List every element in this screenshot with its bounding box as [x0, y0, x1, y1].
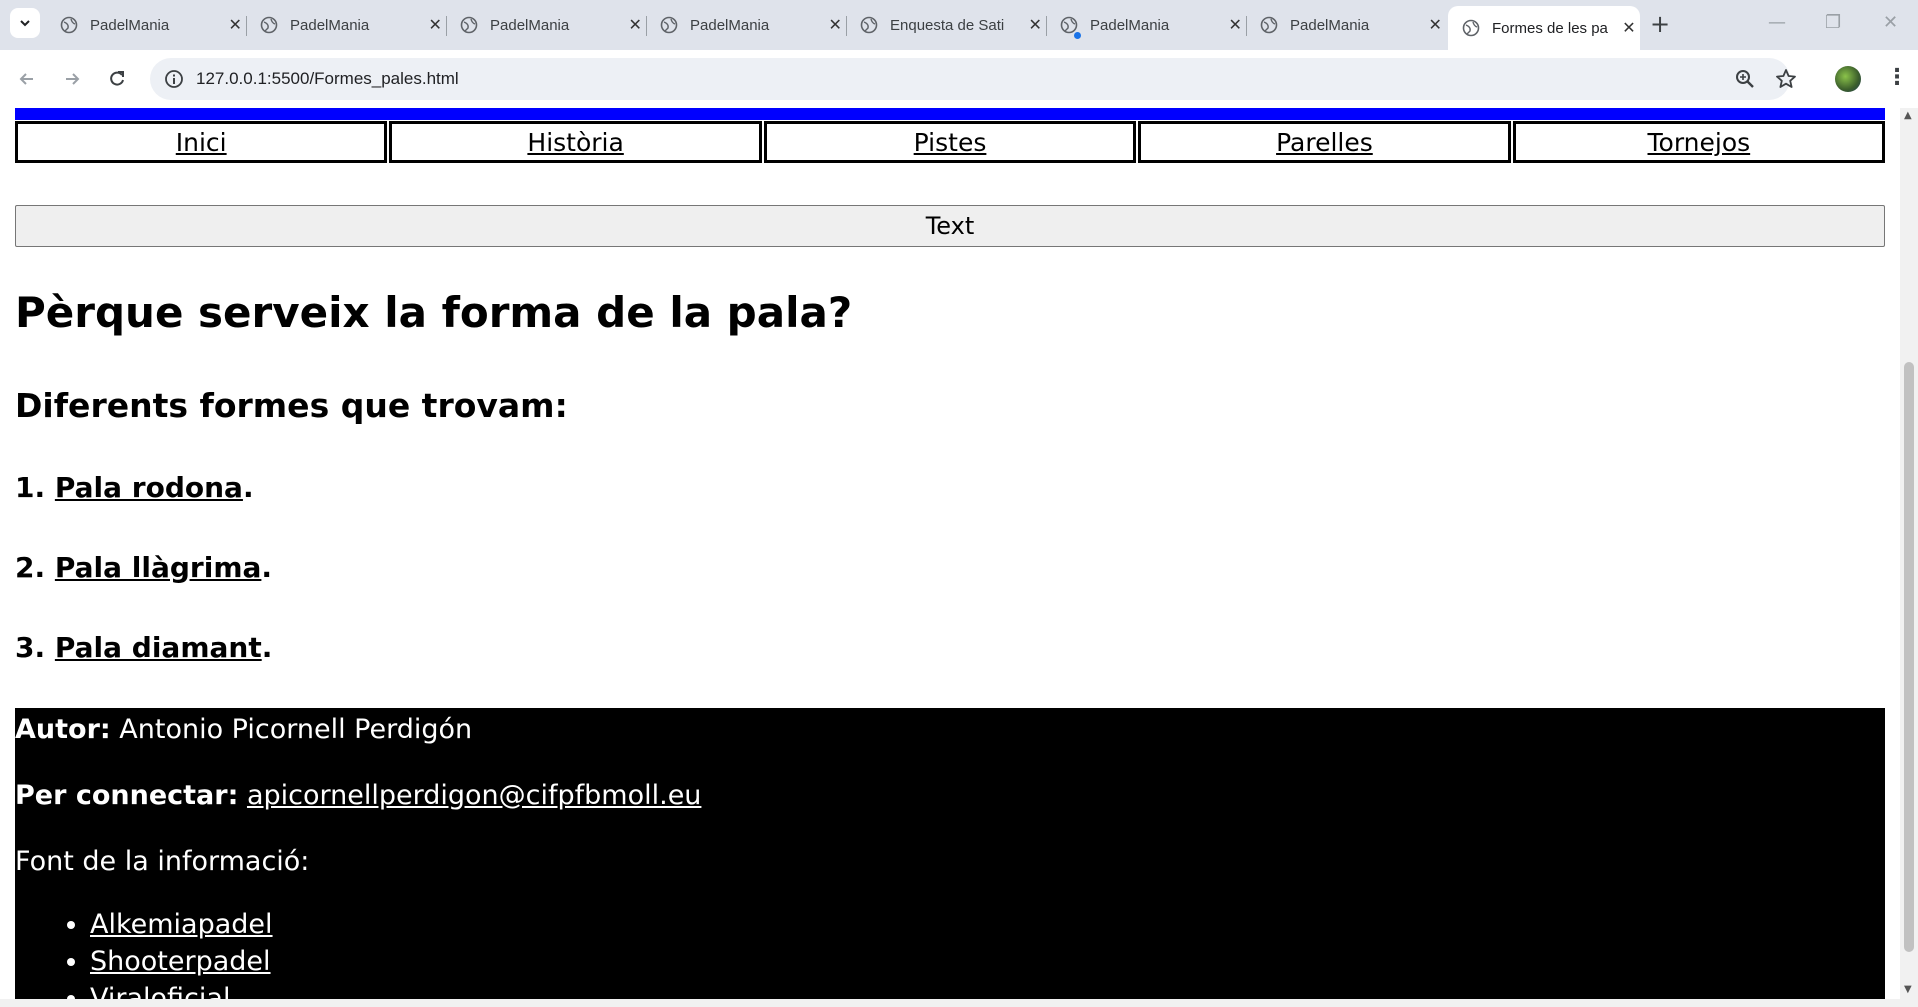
close-icon[interactable]: ✕ [1618, 18, 1640, 38]
list-item: Viraloficial [90, 980, 273, 999]
browser-tab[interactable]: PadelMania ✕ [446, 6, 647, 44]
profile-avatar[interactable] [1835, 66, 1861, 92]
header-blue-bar [15, 108, 1885, 120]
main-menu: Inici Història Pistes Parelles Tornejos [15, 121, 1886, 163]
source-list: Alkemiapadel Shooterpadel Viraloficial [15, 906, 273, 999]
menu-link-parelles[interactable]: Parelles [1276, 128, 1373, 157]
close-icon[interactable]: ✕ [1024, 15, 1046, 35]
browser-tab[interactable]: PadelMania ✕ [1046, 6, 1247, 44]
menu-link-tornejos[interactable]: Tornejos [1648, 128, 1751, 157]
list-item: 3. Pala diamant. [15, 631, 272, 664]
contact-email-link[interactable]: apicornellperdigon@cifpfbmoll.eu [247, 780, 701, 811]
item-link-pala-diamant[interactable]: Pala diamant [55, 631, 262, 664]
globe-icon [60, 16, 78, 34]
minimize-icon[interactable]: — [1768, 12, 1786, 33]
close-icon[interactable]: ✕ [824, 15, 846, 35]
menu-item-parelles: Parelles [1138, 121, 1511, 163]
page-title: Pèrque serveix la forma de la pala? [15, 288, 853, 337]
scroll-down-icon[interactable]: ▼ [1904, 984, 1912, 995]
menu-item-historia: Història [389, 121, 762, 163]
browser-tab[interactable]: PadelMania ✕ [246, 6, 447, 44]
back-arrow-icon[interactable] [14, 66, 40, 92]
browser-tab[interactable]: Enquesta de Sati ✕ [846, 6, 1047, 44]
tab-title: PadelMania [690, 16, 770, 34]
item-link-pala-rodona[interactable]: Pala rodona [55, 471, 243, 504]
menu-link-pistes[interactable]: Pistes [914, 128, 987, 157]
close-window-icon[interactable]: ✕ [1883, 12, 1898, 33]
menu-item-pistes: Pistes [763, 121, 1137, 163]
item-period: . [242, 471, 254, 504]
globe-icon [1260, 16, 1278, 34]
globe-icon [460, 16, 478, 34]
item-number: 1. [15, 471, 46, 504]
scrollbar-thumb[interactable] [1904, 362, 1914, 952]
browser-tab-active[interactable]: Formes de les pa ✕ [1448, 6, 1640, 50]
forward-arrow-icon[interactable] [59, 66, 85, 92]
source-label: Font de la informació: [15, 846, 310, 877]
contact-line: Per connectar: apicornellperdigon@cifpfb… [15, 780, 701, 811]
menu-link-historia[interactable]: Història [527, 128, 623, 157]
globe-icon [860, 16, 878, 34]
section-subtitle: Diferents formes que trovam: [15, 386, 568, 425]
address-bar[interactable]: 127.0.0.1:5500/Formes_pales.html [150, 58, 1796, 100]
reload-icon[interactable] [104, 66, 130, 92]
globe-icon [1462, 19, 1480, 37]
item-number: 2. [15, 551, 46, 584]
tab-title: Enquesta de Sati [890, 16, 1005, 34]
tab-title: Formes de les pa [1492, 19, 1608, 37]
tab-strip: PadelMania ✕ PadelMania ✕ PadelMania ✕ P… [0, 0, 1918, 50]
restore-icon[interactable]: ❐ [1825, 12, 1841, 33]
tab-title: PadelMania [490, 16, 570, 34]
browser-tab[interactable]: PadelMania ✕ [1246, 6, 1446, 44]
page-viewport: Inici Història Pistes Parelles Tornejos … [0, 108, 1900, 999]
author-label: Autor: [15, 714, 111, 745]
close-icon[interactable]: ✕ [624, 15, 646, 35]
vertical-scrollbar[interactable]: ▲ ▼ [1900, 108, 1918, 999]
source-link-alkemiapadel[interactable]: Alkemiapadel [90, 909, 273, 940]
list-item: 1. Pala rodona. [15, 471, 254, 504]
zoom-icon[interactable] [1735, 69, 1755, 93]
browser-toolbar: 127.0.0.1:5500/Formes_pales.html ⋮ [0, 50, 1918, 108]
menu-item-tornejos: Tornejos [1512, 121, 1886, 163]
page-footer: Autor: Antonio Picornell Perdigón Per co… [15, 708, 1885, 999]
author-name: Antonio Picornell Perdigón [119, 714, 473, 745]
star-icon[interactable] [1775, 68, 1797, 94]
more-menu-icon[interactable]: ⋮ [1886, 65, 1908, 90]
source-link-shooterpadel[interactable]: Shooterpadel [90, 946, 271, 977]
horizontal-scrollbar[interactable] [0, 999, 1918, 1007]
scroll-up-icon[interactable]: ▲ [1904, 110, 1912, 121]
tab-title: PadelMania [90, 16, 170, 34]
list-item: Alkemiapadel [90, 906, 273, 943]
globe-icon [260, 16, 278, 34]
list-item: 2. Pala llàgrima. [15, 551, 272, 584]
close-icon[interactable]: ✕ [1224, 15, 1246, 35]
info-icon[interactable] [164, 69, 184, 93]
tab-title: PadelMania [1090, 16, 1170, 34]
contact-label: Per connectar: [15, 780, 239, 811]
item-period: . [261, 631, 273, 664]
tab-title: PadelMania [290, 16, 370, 34]
url-text[interactable]: 127.0.0.1:5500/Formes_pales.html [196, 69, 459, 89]
menu-item-inici: Inici [15, 121, 388, 163]
close-icon[interactable]: ✕ [1424, 15, 1446, 35]
browser-tab[interactable]: PadelMania ✕ [646, 6, 847, 44]
author-line: Autor: Antonio Picornell Perdigón [15, 714, 472, 745]
item-link-pala-llagrima[interactable]: Pala llàgrima [55, 551, 262, 584]
text-button[interactable]: Text [15, 205, 1885, 247]
close-icon[interactable]: ✕ [424, 15, 446, 35]
close-icon[interactable]: ✕ [224, 15, 246, 35]
menu-link-inici[interactable]: Inici [176, 128, 227, 157]
globe-icon [660, 16, 678, 34]
item-period: . [261, 551, 273, 584]
tab-title: PadelMania [1290, 16, 1370, 34]
chevron-down-icon [20, 20, 30, 27]
browser-tab[interactable]: PadelMania ✕ [46, 6, 247, 44]
audio-indicator-dot [1074, 32, 1081, 39]
list-item: Shooterpadel [90, 943, 273, 980]
source-link-viraloficial[interactable]: Viraloficial [90, 983, 230, 999]
tab-search-button[interactable] [10, 8, 40, 38]
new-tab-plus-icon[interactable]: + [1650, 10, 1670, 38]
item-number: 3. [15, 631, 46, 664]
